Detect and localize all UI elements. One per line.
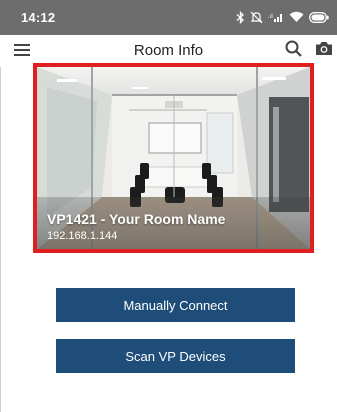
status-bar: 14:12 .ıl xyxy=(0,0,337,35)
battery-icon xyxy=(309,11,329,23)
manually-connect-button[interactable]: Manually Connect xyxy=(56,288,295,322)
status-icons: .ıl xyxy=(236,9,329,25)
bluetooth-icon xyxy=(236,10,244,24)
signal-icon: .ıl xyxy=(268,14,282,22)
svg-text:.ıl: .ıl xyxy=(268,14,273,20)
room-card[interactable]: VP1421 - Your Room Name 192.168.1.144 xyxy=(33,63,314,253)
status-time: 14:12 xyxy=(21,10,56,25)
divider xyxy=(0,67,1,412)
scan-vp-devices-button[interactable]: Scan VP Devices xyxy=(56,339,295,373)
search-icon[interactable] xyxy=(284,39,304,59)
camera-icon[interactable] xyxy=(315,41,333,56)
mute-icon xyxy=(250,11,263,23)
room-name: VP1421 - Your Room Name xyxy=(47,211,226,227)
wifi-icon xyxy=(289,11,304,22)
room-ip-address: 192.168.1.144 xyxy=(47,230,118,242)
